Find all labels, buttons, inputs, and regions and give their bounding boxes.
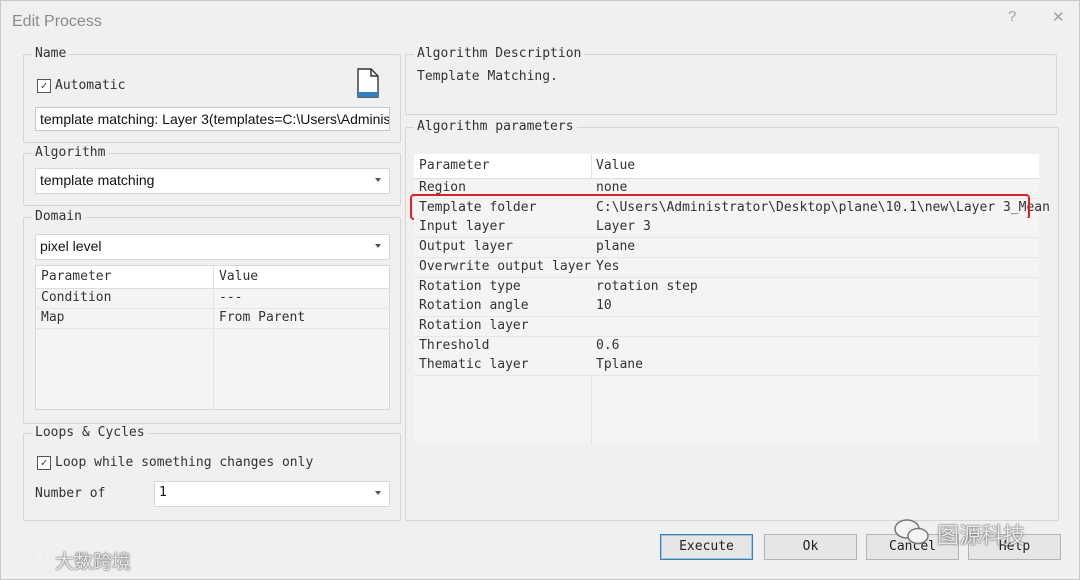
- edit-process-dialog: Edit Process ? ✕ Name ✓ Automatic templa…: [0, 0, 1080, 580]
- algorithm-dropdown[interactable]: template matching: [35, 168, 390, 194]
- row-value: Layer 3: [596, 219, 651, 235]
- highlight-box: [410, 193, 1030, 220]
- chevron-down-icon: [375, 178, 381, 182]
- description-group: Algorithm Description Template Matching.: [405, 46, 1057, 115]
- row-parameter: Map: [41, 310, 65, 325]
- domain-group-title: Domain: [32, 209, 85, 224]
- description-group-title: Algorithm Description: [414, 46, 585, 61]
- column-divider: [213, 266, 214, 409]
- loops-group-title: Loops & Cycles: [32, 425, 148, 440]
- table-row[interactable]: Threshold 0.6: [414, 336, 1039, 357]
- row-parameter: Condition: [41, 290, 112, 305]
- column-header-parameter: Parameter: [41, 269, 112, 284]
- automatic-label: Automatic: [55, 78, 126, 93]
- table-row[interactable]: Input layer Layer 3: [414, 218, 1039, 239]
- ok-button[interactable]: Ok: [764, 534, 857, 560]
- domain-group: Domain pixel level Parameter Value Condi…: [23, 209, 401, 424]
- table-row[interactable]: Output layer plane: [414, 238, 1039, 259]
- loops-group: Loops & Cycles ✓ Loop while something ch…: [23, 425, 401, 521]
- table-row[interactable]: Rotation type rotation step: [414, 277, 1039, 298]
- process-name-field[interactable]: template matching: Layer 3(templates=C:\…: [35, 107, 390, 131]
- row-value: Tplane: [596, 357, 643, 373]
- algorithm-parameter-table: Parameter Value Region none Template folde…: [410, 154, 1050, 443]
- table-row[interactable]: Rotation layer: [414, 316, 1039, 337]
- table-row[interactable]: Thematic layer Tplane: [414, 356, 1039, 377]
- number-of-cycles-dropdown[interactable]: 1: [154, 481, 390, 507]
- table-row[interactable]: Condition ---: [36, 289, 389, 309]
- algorithm-group-title: Algorithm: [32, 145, 109, 160]
- domain-selected: pixel level: [40, 238, 102, 254]
- watermark-left-text: 大数跨境: [55, 551, 132, 573]
- row-value: 0.6: [596, 337, 620, 353]
- row-value: 10: [596, 298, 612, 314]
- row-parameter: Rotation type: [419, 278, 521, 294]
- watermark-right-text: 图源科技: [937, 524, 1026, 549]
- document-icon[interactable]: [356, 68, 380, 98]
- table-row[interactable]: Overwrite output layer Yes: [414, 257, 1039, 278]
- row-parameter: Input layer: [419, 219, 506, 235]
- table-header: Parameter Value: [414, 154, 1039, 179]
- execute-button[interactable]: Execute: [660, 534, 753, 560]
- number-of-label: Number of: [35, 486, 106, 501]
- name-group: Name ✓ Automatic template matching: Laye…: [23, 46, 401, 143]
- loop-label: Loop while something changes only: [55, 455, 314, 470]
- parameters-group-title: Algorithm parameters: [414, 119, 577, 134]
- number-value: 1: [159, 485, 167, 500]
- row-parameter: Region: [419, 180, 466, 195]
- row-value: Yes: [596, 258, 620, 274]
- algorithm-selected: template matching: [40, 172, 155, 188]
- row-parameter: Rotation angle: [419, 298, 529, 314]
- row-parameter: Rotation layer: [419, 317, 529, 333]
- watermark-logo-icon: [9, 549, 47, 567]
- row-parameter: Output layer: [419, 239, 513, 255]
- column-header-parameter: Parameter: [419, 158, 490, 173]
- table-row[interactable]: Rotation angle 10: [414, 297, 1039, 318]
- help-title-button[interactable]: ?: [1008, 8, 1016, 25]
- row-parameter: Overwrite output layer: [419, 258, 592, 274]
- table-row[interactable]: Map From Parent: [36, 309, 389, 329]
- row-value: ---: [219, 290, 243, 305]
- row-value: From Parent: [219, 310, 306, 325]
- row-value: none: [596, 180, 628, 195]
- close-button[interactable]: ✕: [1052, 8, 1065, 26]
- row-parameter: Thematic layer: [419, 357, 529, 373]
- window-title: Edit Process: [12, 13, 102, 30]
- chevron-down-icon: [375, 244, 381, 248]
- parameters-group: Algorithm parameters Parameter Value Reg…: [405, 119, 1059, 521]
- description-text: Template Matching.: [417, 69, 558, 84]
- chevron-down-icon: [375, 491, 381, 495]
- row-value: rotation step: [596, 278, 698, 294]
- domain-dropdown[interactable]: pixel level: [35, 234, 390, 260]
- algorithm-group: Algorithm template matching: [23, 145, 401, 206]
- row-parameter: Threshold: [419, 337, 490, 353]
- column-header-value: Value: [596, 158, 636, 173]
- wechat-icon: [894, 519, 929, 545]
- loop-checkbox[interactable]: ✓: [37, 456, 51, 470]
- name-group-title: Name: [32, 46, 70, 61]
- automatic-checkbox[interactable]: ✓: [37, 79, 51, 93]
- domain-parameter-table: Parameter Value Condition --- Map From P…: [35, 265, 390, 410]
- row-value: plane: [596, 239, 636, 255]
- column-header-value: Value: [219, 269, 259, 284]
